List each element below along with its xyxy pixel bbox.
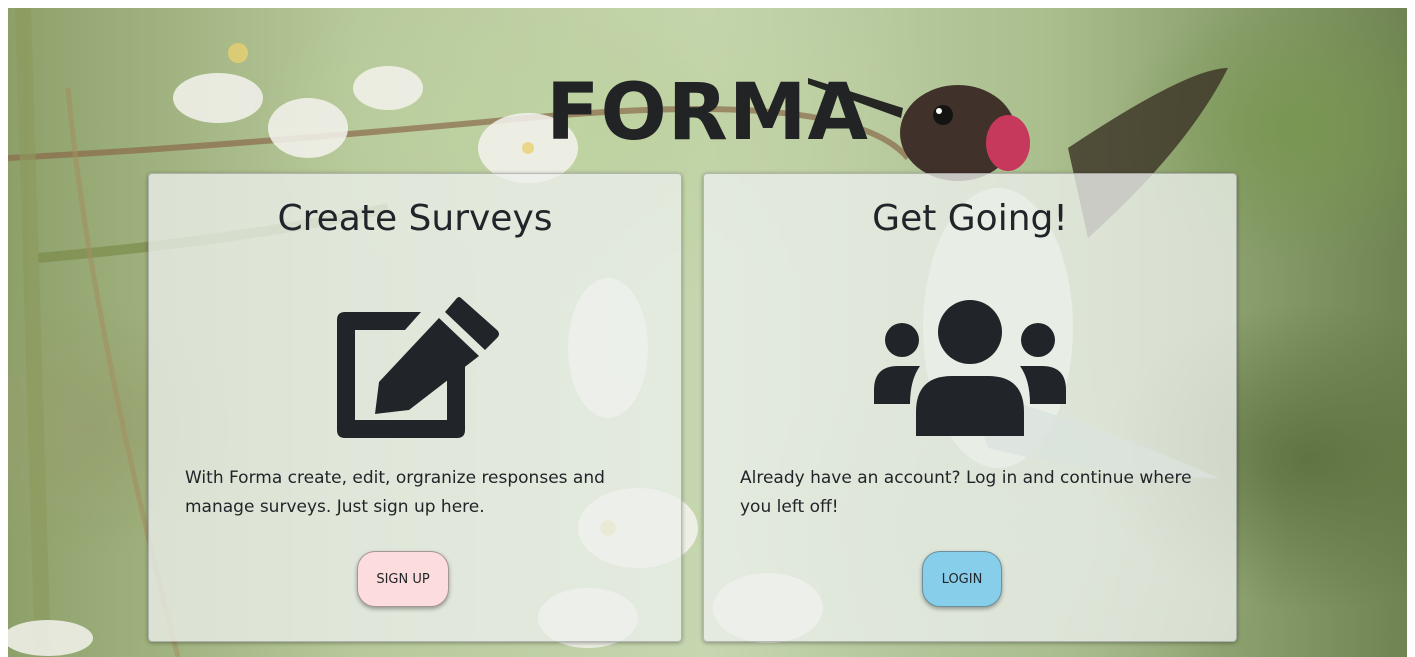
- login-button[interactable]: LOGIN: [922, 551, 1002, 607]
- landing-page: FORMA Create Surveys With Forma create, …: [0, 0, 1415, 657]
- create-surveys-card: Create Surveys With Forma create, edit, …: [148, 173, 682, 642]
- get-going-description: Already have an account? Log in and cont…: [740, 468, 1192, 517]
- users-icon: [874, 300, 1066, 436]
- sign-up-button[interactable]: SIGN UP: [357, 551, 449, 607]
- get-going-card: Get Going! Already have an account? Log …: [703, 173, 1237, 642]
- create-surveys-title: Create Surveys: [277, 198, 553, 239]
- app-title: FORMA: [546, 68, 869, 159]
- get-going-title: Get Going!: [872, 198, 1068, 239]
- edit-icon: [337, 297, 499, 438]
- create-surveys-description: With Forma create, edit, orgranize respo…: [185, 468, 605, 517]
